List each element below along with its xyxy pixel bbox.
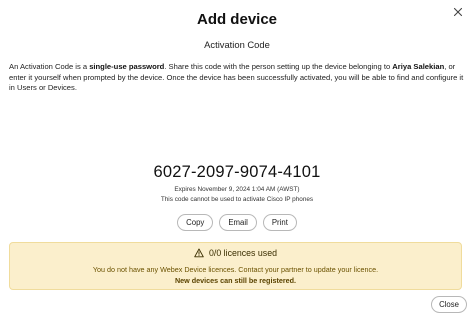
description-text-1: An Activation Code is a	[9, 62, 90, 71]
activation-description: An Activation Code is a single-use passw…	[9, 62, 467, 94]
email-button[interactable]: Email	[219, 214, 257, 231]
banner-note: New devices can still be registered.	[174, 276, 297, 285]
description-bold-1: single-use password	[89, 62, 165, 71]
licence-count: 0/0 licences used	[209, 248, 277, 258]
banner-heading: 0/0 licences used	[10, 248, 461, 258]
dialog-subtitle: Activation Code	[204, 39, 270, 50]
activation-code: 6027-2097-9074-4101	[153, 163, 321, 181]
description-text-2: . Share this code with the person settin…	[164, 62, 393, 71]
print-button[interactable]: Print	[262, 214, 297, 231]
banner-message: You do not have any Webex Device licence…	[92, 265, 379, 274]
warning-icon	[194, 248, 204, 258]
licence-warning-banner: 0/0 licences used You do not have any We…	[9, 242, 462, 290]
description-user-name: Ariya Salekian	[392, 62, 445, 71]
add-device-dialog: Add device Activation Code An Activation…	[0, 0, 474, 321]
dialog-title: Add device	[196, 11, 278, 28]
close-button[interactable]: Close	[431, 296, 467, 313]
code-expiry: Expires November 9, 2024 1:04 AM (AWST)	[174, 186, 300, 193]
copy-button[interactable]: Copy	[177, 214, 214, 231]
code-restriction-note: This code cannot be used to activate Cis…	[160, 196, 314, 203]
code-actions: Copy Email Print	[0, 214, 474, 232]
